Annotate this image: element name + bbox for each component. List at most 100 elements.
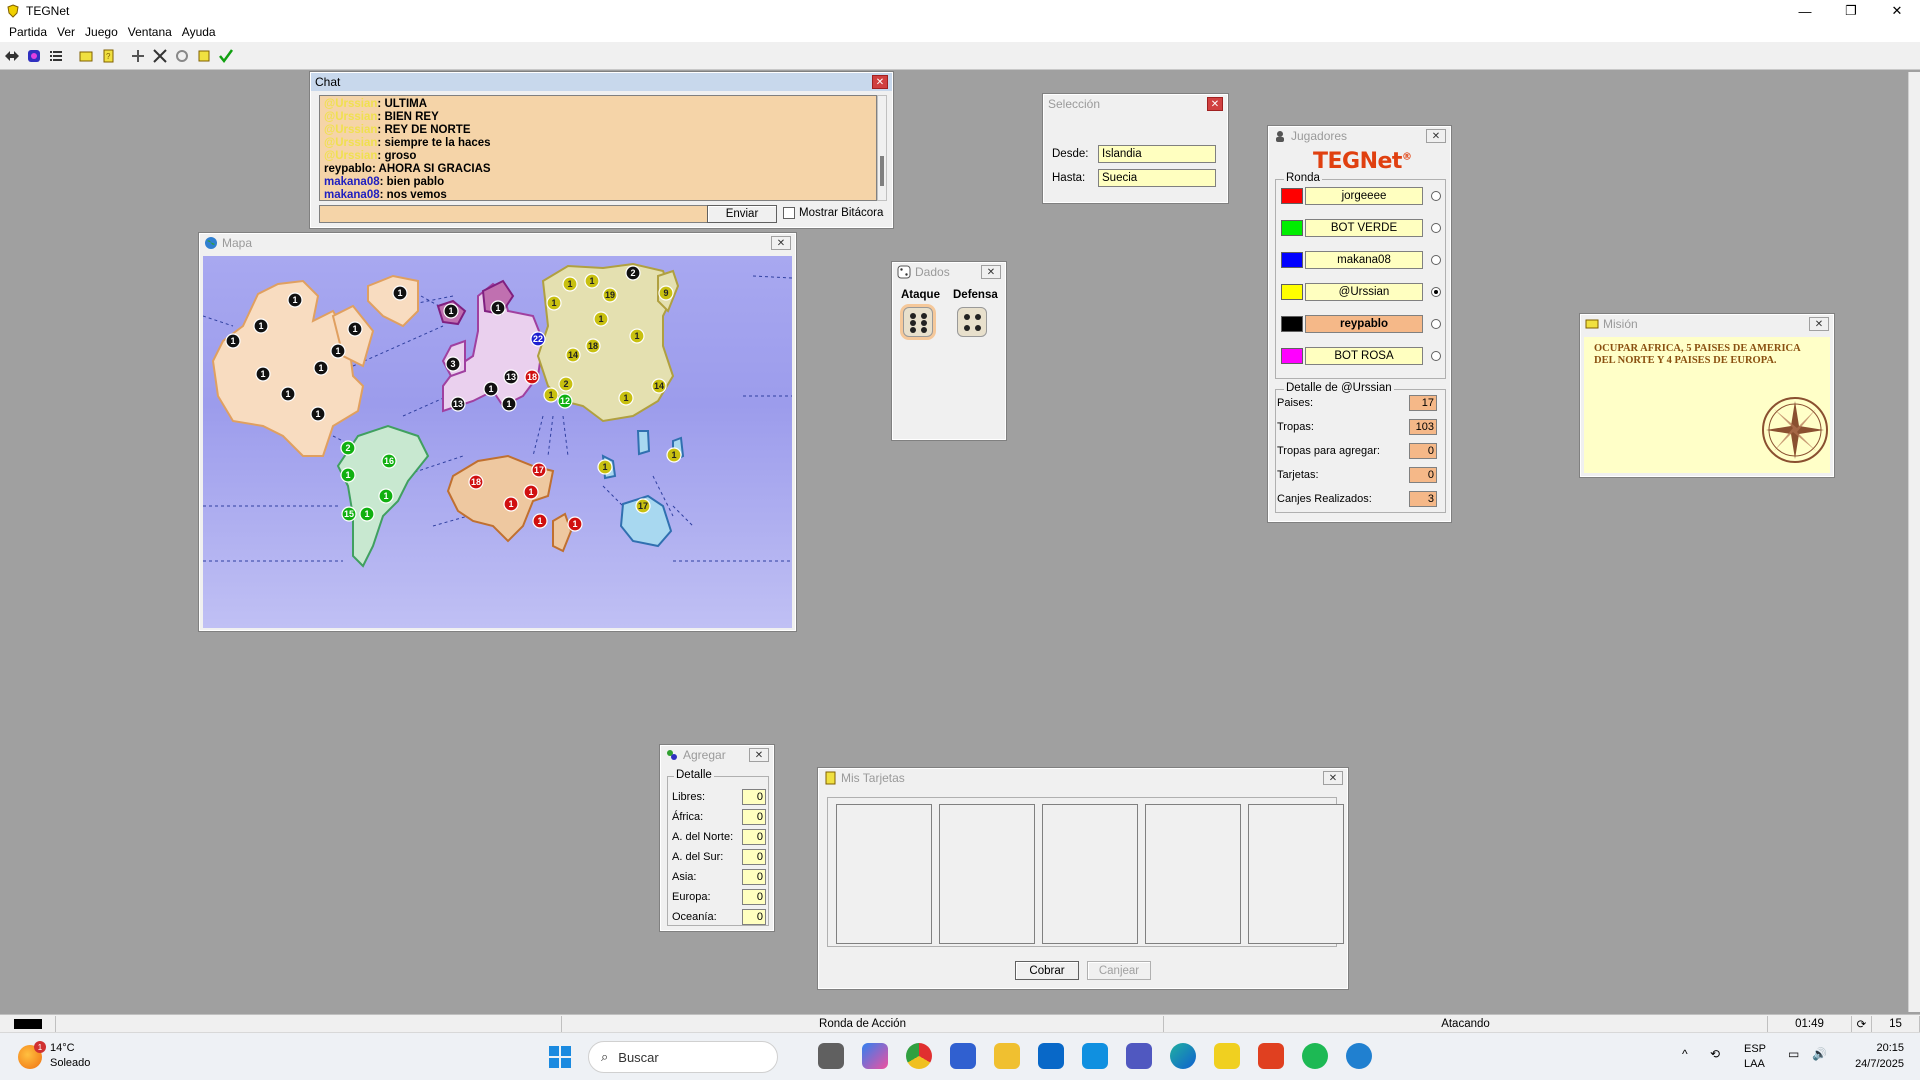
army-marker[interactable]: 1: [287, 292, 303, 308]
army-marker[interactable]: 1: [597, 459, 613, 475]
outlook-icon[interactable]: [1038, 1043, 1064, 1069]
chat-close-button[interactable]: ✕: [872, 75, 888, 89]
chat-input[interactable]: [319, 205, 711, 223]
close-button[interactable]: ✕: [1874, 0, 1920, 22]
menu-ayuda[interactable]: Ayuda: [177, 25, 221, 39]
player-radio[interactable]: [1431, 255, 1441, 265]
dice-close-button[interactable]: ✕: [981, 265, 1001, 279]
player-row[interactable]: makana08: [1281, 251, 1441, 269]
army-marker[interactable]: 1: [378, 488, 394, 504]
start-icon[interactable]: [548, 1045, 572, 1069]
lang-line1[interactable]: ESP: [1744, 1043, 1766, 1055]
task-view-icon[interactable]: [818, 1043, 844, 1069]
army-marker[interactable]: 1: [347, 321, 363, 337]
card-slot[interactable]: [939, 804, 1035, 944]
army-marker[interactable]: 18: [468, 474, 484, 490]
cobrar-button[interactable]: Cobrar: [1015, 961, 1079, 980]
minimize-button[interactable]: —: [1782, 0, 1828, 22]
army-marker[interactable]: 14: [565, 347, 581, 363]
army-marker[interactable]: 17: [635, 498, 651, 514]
menu-ventana[interactable]: Ventana: [123, 25, 177, 39]
army-marker[interactable]: 1: [543, 387, 559, 403]
cube-icon[interactable]: [24, 46, 44, 66]
world-map[interactable]: 1 1 1 1 1 1 1 1 1 1 1 1 3 13 1 13 1 22 2 1 1 19 1 1 18 1 14 9 2 1 14 18…: [203, 256, 792, 628]
army-marker[interactable]: 1: [359, 506, 375, 522]
army-marker[interactable]: 1: [280, 386, 296, 402]
army-marker[interactable]: 1: [532, 513, 548, 529]
players-titlebar[interactable]: Jugadores ✕: [1269, 127, 1450, 145]
clock-date[interactable]: 24/7/2025: [1842, 1058, 1904, 1070]
add-titlebar[interactable]: Agregar ✕: [661, 746, 773, 764]
card-icon[interactable]: ?: [98, 46, 118, 66]
maximize-button[interactable]: ❐: [1828, 0, 1874, 22]
army-marker[interactable]: 19: [602, 287, 618, 303]
army-marker[interactable]: 1: [584, 273, 600, 289]
army-marker[interactable]: 1: [225, 333, 241, 349]
menu-juego[interactable]: Juego: [80, 25, 123, 39]
army-marker[interactable]: 1: [523, 484, 539, 500]
army-marker[interactable]: 3: [445, 356, 461, 372]
network-app-icon[interactable]: [1346, 1043, 1372, 1069]
flag-icon[interactable]: [76, 46, 96, 66]
weather-desc[interactable]: Soleado: [50, 1057, 90, 1069]
army-marker[interactable]: 1: [313, 360, 329, 376]
army-marker[interactable]: 1: [392, 285, 408, 301]
player-radio[interactable]: [1431, 223, 1441, 233]
dice-titlebar[interactable]: Dados ✕: [893, 263, 1005, 281]
player-radio[interactable]: [1431, 319, 1441, 329]
map-titlebar[interactable]: Mapa ✕: [200, 234, 795, 252]
clock-time[interactable]: 20:15: [1852, 1042, 1904, 1054]
player-row[interactable]: reypablo: [1281, 315, 1441, 333]
army-marker[interactable]: 18: [524, 369, 540, 385]
army-marker[interactable]: 1: [340, 467, 356, 483]
army-marker[interactable]: 1: [618, 390, 634, 406]
army-marker[interactable]: 1: [443, 303, 459, 319]
army-marker[interactable]: 1: [562, 276, 578, 292]
army-marker[interactable]: 18: [585, 338, 601, 354]
army-marker[interactable]: 1: [253, 318, 269, 334]
army-marker[interactable]: 13: [503, 369, 519, 385]
army-marker[interactable]: 1: [490, 300, 506, 316]
send-button[interactable]: Enviar: [707, 205, 777, 223]
chrome-icon[interactable]: [906, 1043, 932, 1069]
army-marker[interactable]: 1: [483, 381, 499, 397]
get-card-icon[interactable]: [194, 46, 214, 66]
menu-ver[interactable]: Ver: [52, 25, 80, 39]
card-slot[interactable]: [1042, 804, 1138, 944]
army-marker[interactable]: 13: [450, 396, 466, 412]
add-troops-icon[interactable]: [128, 46, 148, 66]
show-log-checkbox[interactable]: Mostrar Bitácora: [783, 207, 883, 219]
army-marker[interactable]: 16: [381, 453, 397, 469]
selection-titlebar[interactable]: Selección ✕: [1044, 95, 1227, 113]
app-blue-icon[interactable]: [1082, 1043, 1108, 1069]
chat-scrollbar[interactable]: [877, 95, 887, 201]
copilot-icon[interactable]: [862, 1043, 888, 1069]
chat-titlebar[interactable]: Chat ✕: [311, 73, 892, 91]
player-row[interactable]: BOT VERDE: [1281, 219, 1441, 237]
player-radio[interactable]: [1431, 191, 1441, 201]
list-icon[interactable]: [46, 46, 66, 66]
player-radio[interactable]: [1431, 287, 1441, 297]
player-radio[interactable]: [1431, 351, 1441, 361]
taskbar-search[interactable]: ⌕ Buscar: [588, 1041, 778, 1073]
mission-titlebar[interactable]: Misión ✕: [1581, 315, 1833, 333]
players-close-button[interactable]: ✕: [1426, 129, 1446, 143]
army-marker[interactable]: 2: [340, 440, 356, 456]
army-marker[interactable]: 1: [629, 328, 645, 344]
tray-chevron-icon[interactable]: ^: [1682, 1047, 1688, 1061]
army-marker[interactable]: 1: [593, 311, 609, 327]
tegnet-taskbar-icon[interactable]: [1214, 1043, 1240, 1069]
add-close-button[interactable]: ✕: [749, 748, 769, 762]
army-marker[interactable]: 1: [255, 366, 271, 382]
regroup-icon[interactable]: [172, 46, 192, 66]
wifi-icon[interactable]: ▭: [1788, 1047, 1799, 1061]
spotify-icon[interactable]: [1302, 1043, 1328, 1069]
lang-line2[interactable]: LAA: [1744, 1058, 1765, 1070]
card-slot[interactable]: [1248, 804, 1344, 944]
player-row[interactable]: jorgeeee: [1281, 187, 1441, 205]
end-turn-icon[interactable]: [216, 46, 236, 66]
cards-titlebar[interactable]: Mis Tarjetas ✕: [819, 769, 1347, 787]
selection-close-button[interactable]: ✕: [1207, 97, 1223, 111]
army-marker[interactable]: 15: [341, 506, 357, 522]
canjear-button[interactable]: Canjear: [1087, 961, 1151, 980]
